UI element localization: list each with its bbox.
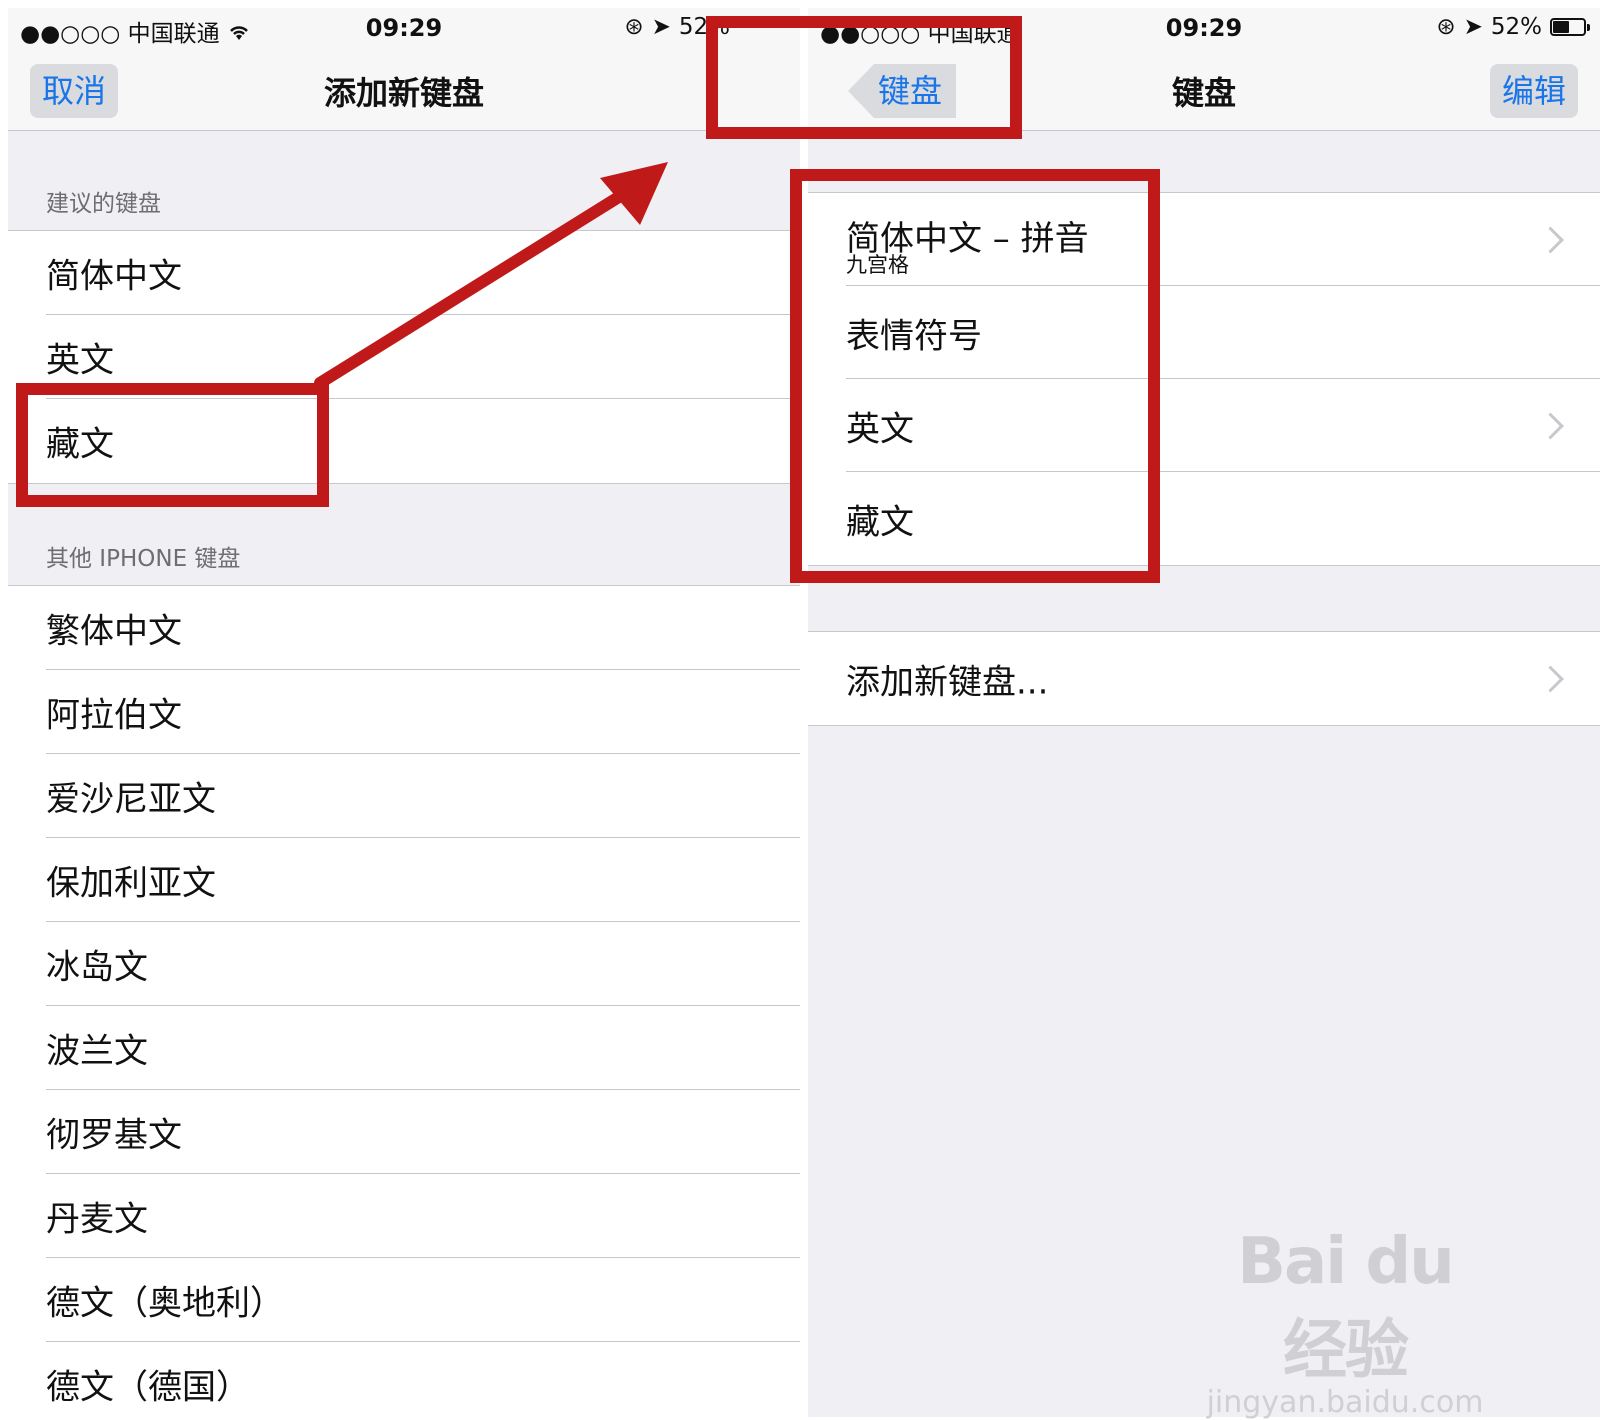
baidu-watermark: Bai du 经验 jingyan.baidu.com xyxy=(1206,1225,1484,1420)
annotation-arrow xyxy=(314,162,668,389)
